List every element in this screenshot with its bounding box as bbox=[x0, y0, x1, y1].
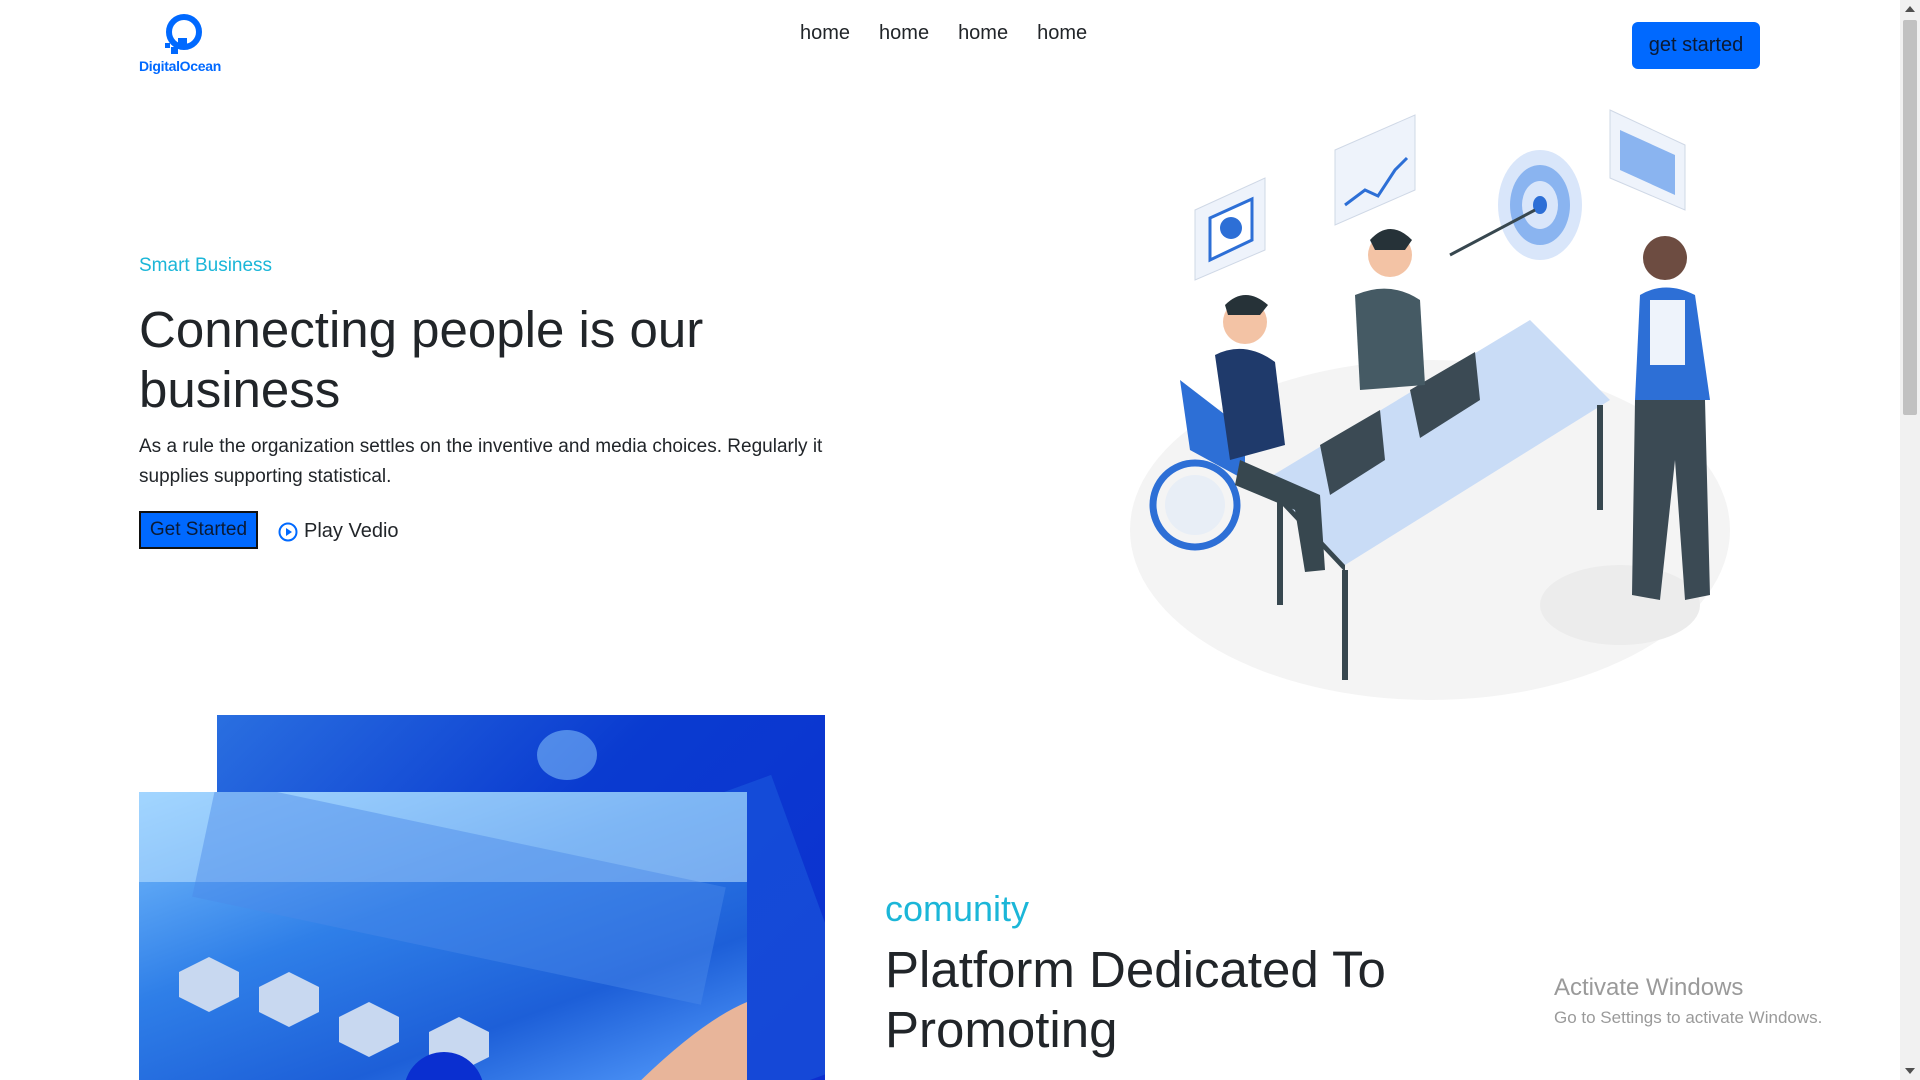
image-card-icon bbox=[1609, 109, 1686, 211]
hexagon-network-image bbox=[139, 792, 747, 1080]
community-title: Platform Dedicated To Promoting bbox=[885, 941, 1386, 1058]
nav-link-home-1[interactable]: home bbox=[800, 22, 850, 45]
nav-link-home-2[interactable]: home bbox=[879, 22, 929, 45]
activate-windows-subtitle: Go to Settings to activate Windows. bbox=[1554, 1008, 1823, 1027]
activate-windows-title: Activate Windows bbox=[1554, 974, 1744, 1001]
get-started-hero-button[interactable]: Get Started bbox=[139, 511, 258, 549]
play-circle-icon bbox=[278, 522, 298, 541]
nav-link-home-4[interactable]: home bbox=[1037, 22, 1087, 45]
play-video-label: Play Vedio bbox=[304, 520, 399, 542]
hero-description: As a rule the organization settles on th… bbox=[139, 436, 823, 487]
page: DigitalOcean home home home home get sta… bbox=[0, 0, 1900, 1080]
scroll-up-arrow-icon[interactable] bbox=[1904, 4, 1916, 14]
scrollbar-thumb[interactable] bbox=[1903, 20, 1917, 415]
community-image-front bbox=[139, 792, 747, 1080]
hero-eyebrow: Smart Business bbox=[139, 255, 273, 276]
chart-card-icon bbox=[1334, 114, 1416, 226]
scroll-down-arrow-icon[interactable] bbox=[1904, 1066, 1916, 1076]
main-nav: home home home home bbox=[800, 22, 1087, 45]
video-card-icon bbox=[1194, 177, 1266, 281]
play-video-link[interactable]: Play Vedio bbox=[278, 520, 399, 543]
logo-text: DigitalOcean bbox=[139, 58, 221, 74]
hero-title: Connecting people is our business bbox=[139, 301, 704, 418]
community-eyebrow: comunity bbox=[885, 888, 1030, 929]
vertical-scrollbar[interactable] bbox=[1900, 0, 1920, 1080]
team-meeting-illustration bbox=[1130, 109, 1730, 700]
get-started-header-button[interactable]: get started bbox=[1632, 22, 1760, 69]
nav-link-home-3[interactable]: home bbox=[958, 22, 1008, 45]
target-icon bbox=[1449, 150, 1582, 260]
